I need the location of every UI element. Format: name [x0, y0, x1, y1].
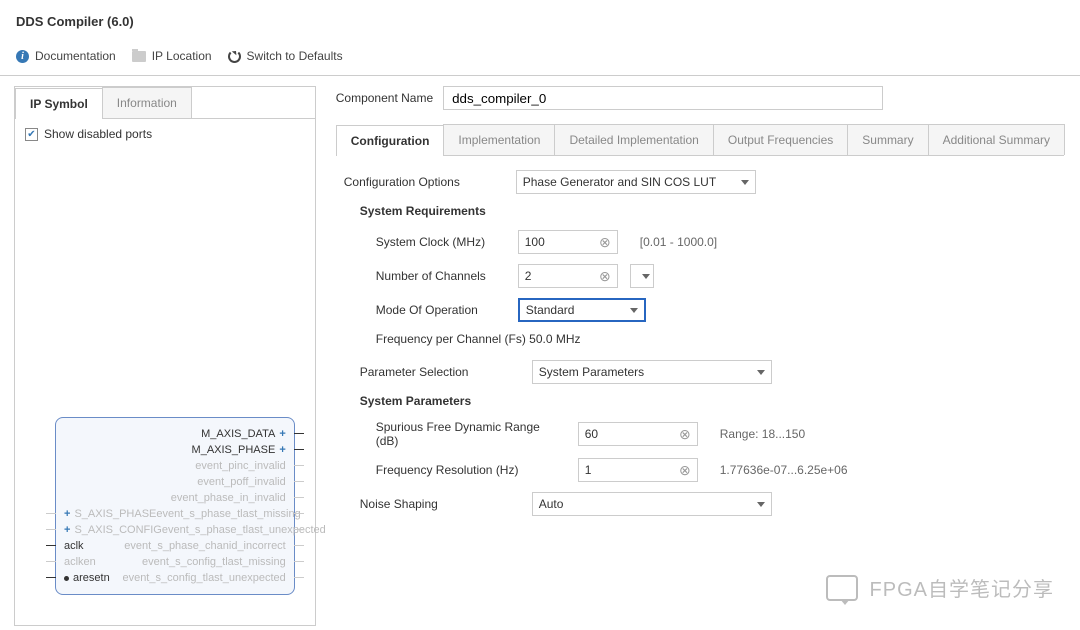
tab-information[interactable]: Information — [102, 87, 192, 118]
chevron-down-icon — [757, 370, 765, 375]
refresh-icon — [228, 50, 241, 63]
ip-location-link[interactable]: IP Location — [132, 49, 212, 63]
sfdr-input[interactable]: 60 ⊗ — [578, 422, 698, 446]
num-channels-label: Number of Channels — [376, 269, 506, 283]
right-panel: Component Name ConfigurationImplementati… — [316, 76, 1080, 626]
chevron-down-icon — [757, 502, 765, 507]
mode-operation-select[interactable]: Standard — [518, 298, 646, 322]
num-channels-dropdown[interactable] — [630, 264, 654, 288]
ip-symbol-diagram: M_AXIS_DATA+M_AXIS_PHASE+event_pinc_inva… — [35, 417, 295, 595]
show-disabled-row[interactable]: ✔ Show disabled ports — [15, 119, 315, 149]
clear-icon[interactable]: ⊗ — [679, 426, 691, 443]
sfdr-label: Spurious Free Dynamic Range (dB) — [376, 420, 566, 448]
system-parameters-title: System Parameters — [360, 394, 1056, 408]
component-name-row: Component Name — [336, 86, 1064, 110]
info-icon: i — [16, 50, 29, 63]
system-requirements-title: System Requirements — [360, 204, 1056, 218]
left-tabs: IP Symbol Information — [15, 87, 315, 119]
chevron-down-icon — [741, 180, 749, 185]
switch-defaults-label: Switch to Defaults — [247, 49, 343, 63]
watermark: FPGA自学笔记分享 — [826, 573, 1054, 602]
tab-configuration[interactable]: Configuration — [336, 125, 445, 156]
clear-icon[interactable]: ⊗ — [679, 462, 691, 479]
freq-res-hint: 1.77636e-07...6.25e+06 — [720, 463, 848, 477]
system-clock-label: System Clock (MHz) — [376, 235, 506, 249]
mode-operation-label: Mode Of Operation — [376, 303, 506, 317]
num-channels-input[interactable]: 2 ⊗ — [518, 264, 618, 288]
chevron-down-icon — [630, 308, 638, 313]
folder-icon — [132, 51, 146, 62]
show-disabled-label: Show disabled ports — [44, 127, 152, 141]
component-name-input[interactable] — [443, 86, 883, 110]
freq-per-channel-text: Frequency per Channel (Fs) 50.0 MHz — [376, 332, 581, 346]
chat-icon — [826, 575, 858, 601]
clear-icon[interactable]: ⊗ — [599, 234, 611, 251]
param-selection-label: Parameter Selection — [360, 365, 520, 379]
left-panel: IP Symbol Information ✔ Show disabled po… — [14, 86, 316, 626]
freq-res-input[interactable]: 1 ⊗ — [578, 458, 698, 482]
config-tabs: ConfigurationImplementationDetailed Impl… — [336, 124, 1064, 156]
documentation-link[interactable]: i Documentation — [16, 49, 116, 63]
tab-implementation[interactable]: Implementation — [443, 124, 555, 155]
watermark-text: FPGA自学笔记分享 — [870, 573, 1054, 602]
tab-summary[interactable]: Summary — [847, 124, 928, 155]
ip-location-label: IP Location — [152, 49, 212, 63]
config-options-select[interactable]: Phase Generator and SIN COS LUT — [516, 170, 756, 194]
toolbar: i Documentation IP Location Switch to De… — [0, 49, 1080, 76]
chevron-down-icon — [642, 274, 650, 279]
tab-ip-symbol[interactable]: IP Symbol — [15, 88, 103, 119]
tab-additional-summary[interactable]: Additional Summary — [928, 124, 1065, 155]
doc-label: Documentation — [35, 49, 116, 63]
noise-shaping-select[interactable]: Auto — [532, 492, 772, 516]
param-selection-select[interactable]: System Parameters — [532, 360, 772, 384]
checkbox-icon[interactable]: ✔ — [25, 128, 38, 141]
main-content: IP Symbol Information ✔ Show disabled po… — [0, 76, 1080, 626]
config-options-label: Configuration Options — [344, 175, 504, 189]
component-name-label: Component Name — [336, 91, 433, 105]
noise-shaping-label: Noise Shaping — [360, 497, 520, 511]
switch-defaults-link[interactable]: Switch to Defaults — [228, 49, 343, 63]
system-clock-input[interactable]: 100 ⊗ — [518, 230, 618, 254]
page-title: DDS Compiler (6.0) — [0, 0, 1080, 49]
clear-icon[interactable]: ⊗ — [599, 268, 611, 285]
sfdr-hint: Range: 18...150 — [720, 427, 805, 441]
freq-res-label: Frequency Resolution (Hz) — [376, 463, 566, 477]
tab-output-frequencies[interactable]: Output Frequencies — [713, 124, 848, 155]
system-clock-hint: [0.01 - 1000.0] — [640, 235, 717, 249]
tab-detailed-implementation[interactable]: Detailed Implementation — [554, 124, 713, 155]
config-body: Configuration Options Phase Generator an… — [336, 156, 1064, 540]
